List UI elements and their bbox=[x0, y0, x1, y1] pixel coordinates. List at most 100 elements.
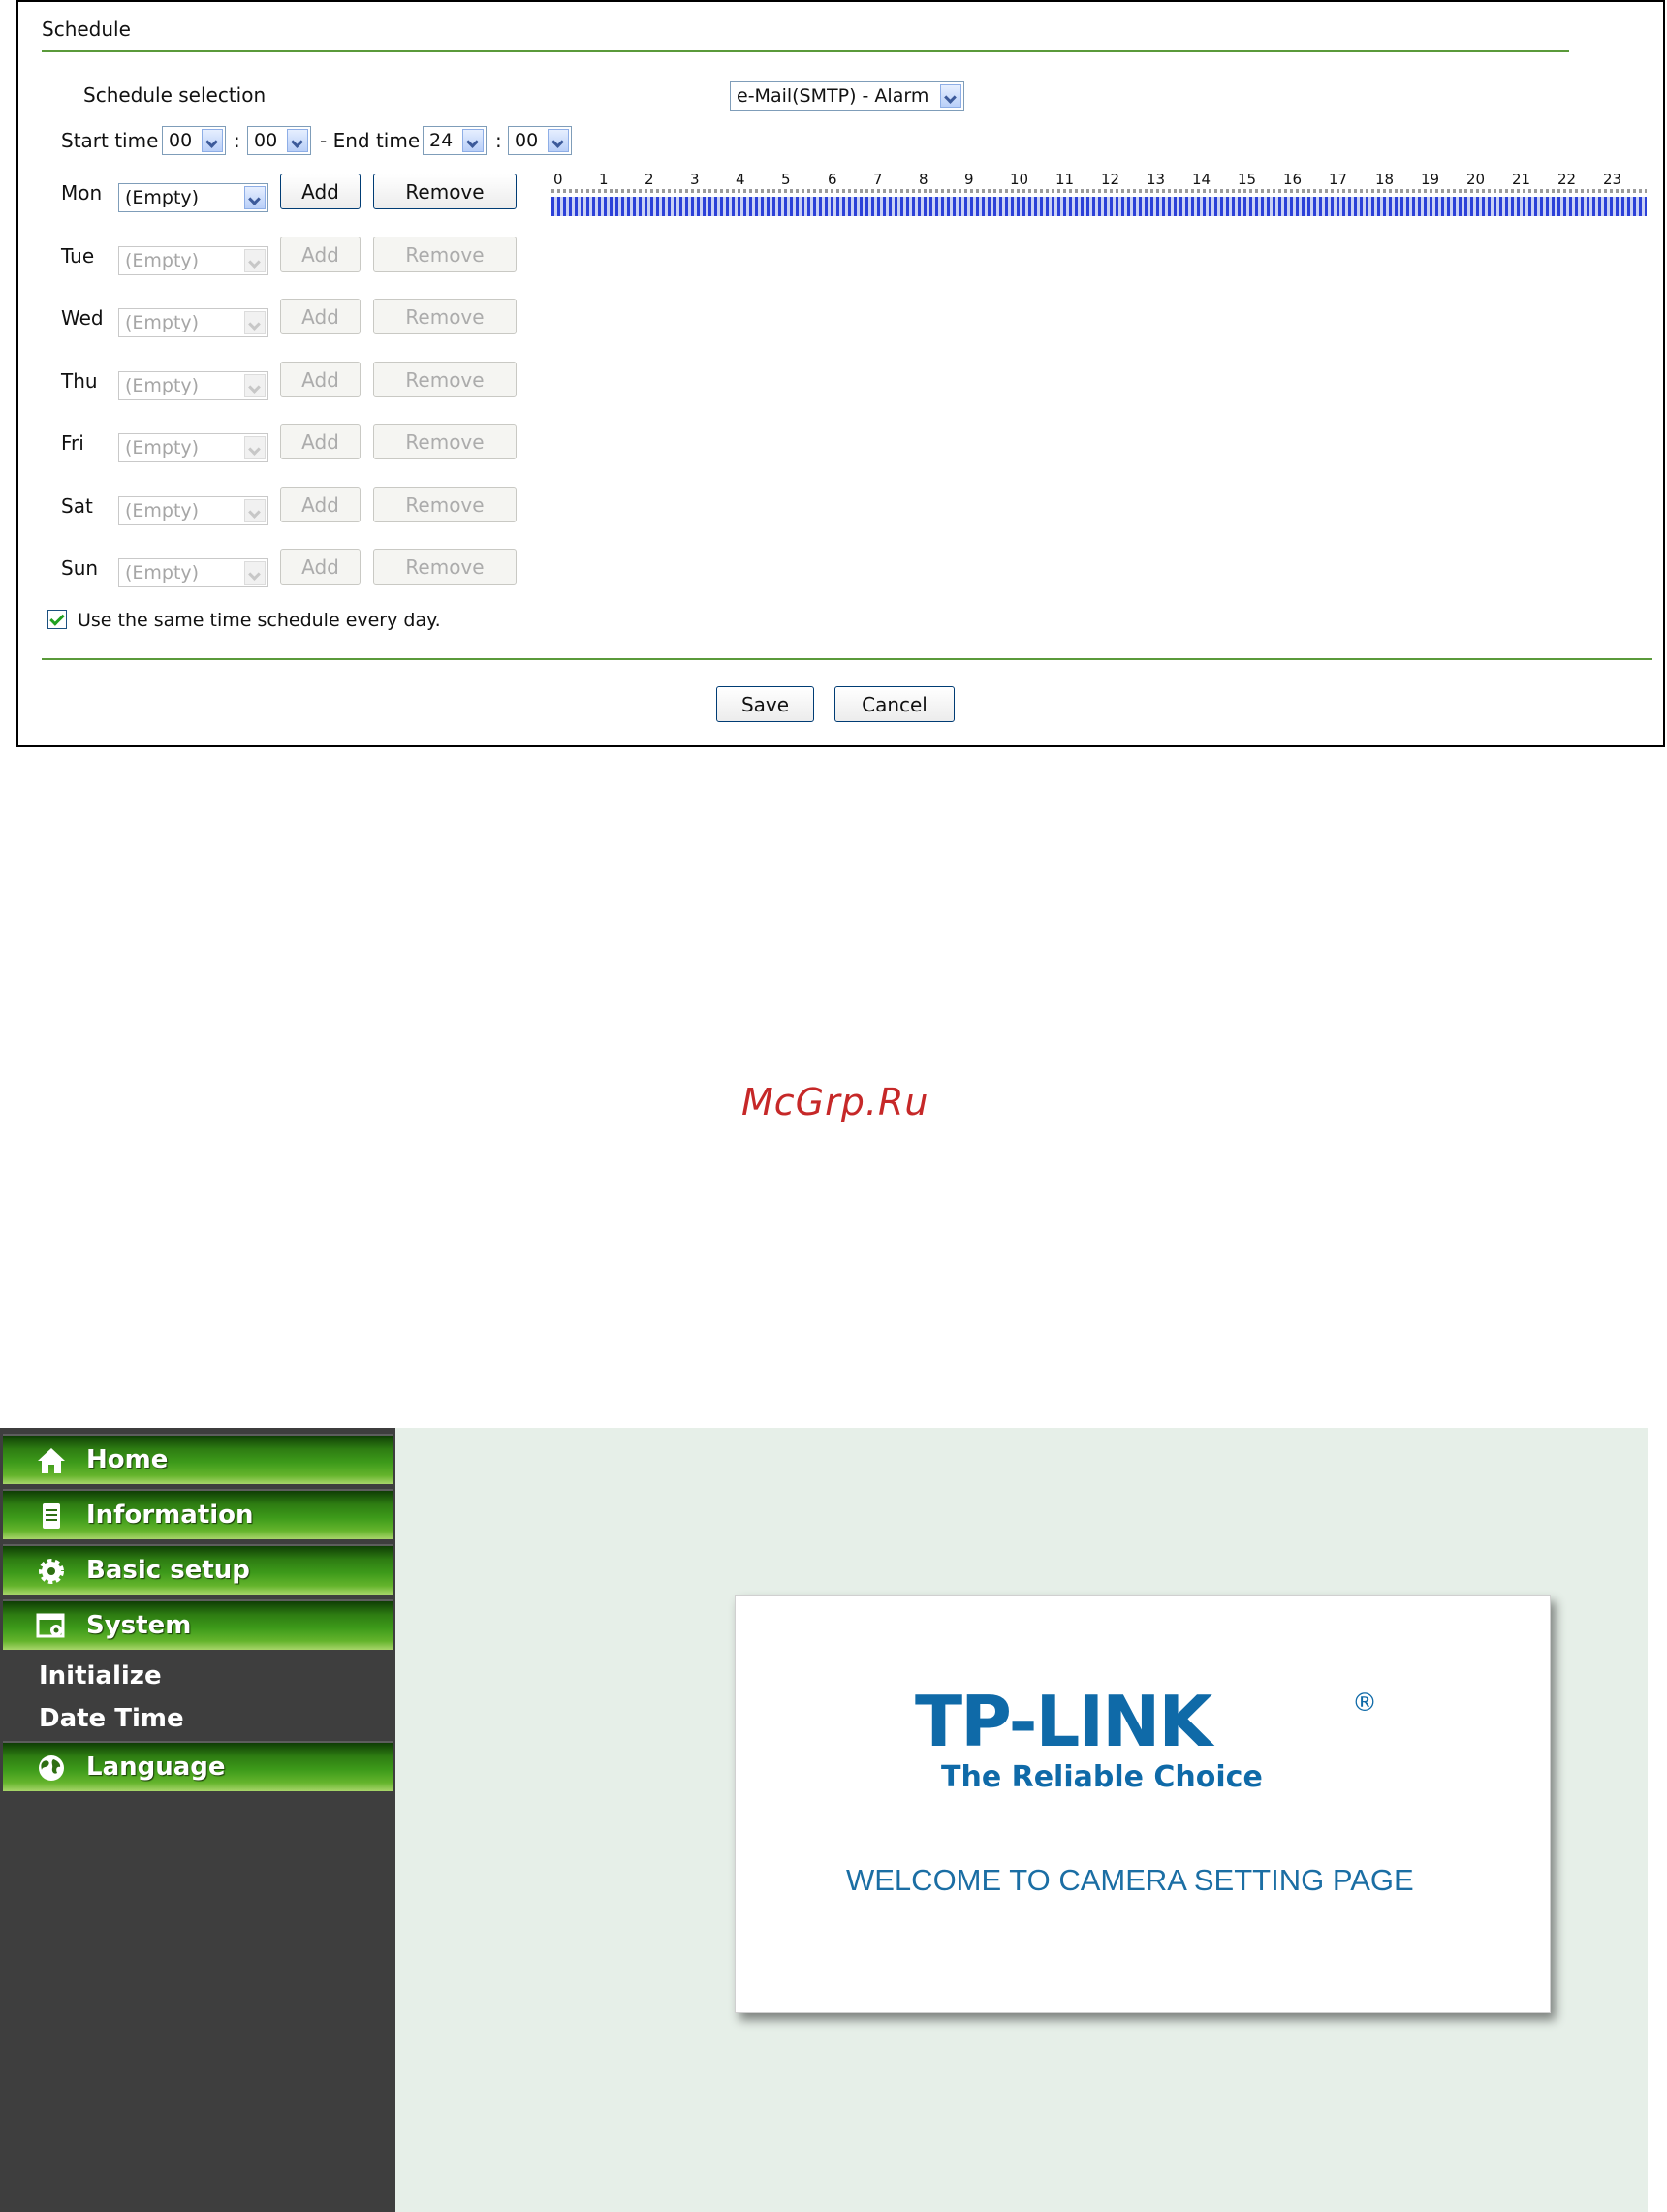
day-select-value: (Empty) bbox=[125, 437, 200, 458]
day-select-value: (Empty) bbox=[125, 375, 200, 396]
start-minute-select[interactable]: 00 bbox=[247, 126, 311, 155]
chevron-down-icon bbox=[244, 186, 266, 209]
chevron-down-icon bbox=[244, 374, 266, 397]
start-hour-value: 00 bbox=[169, 130, 193, 151]
add-button-sun[interactable]: Add bbox=[280, 549, 361, 585]
schedule-selection-value: e-Mail(SMTP) - Alarm bbox=[737, 85, 929, 107]
chevron-down-icon bbox=[940, 84, 961, 108]
system-window-icon bbox=[36, 1613, 65, 1638]
schedule-selection-select[interactable]: e-Mail(SMTP) - Alarm bbox=[730, 81, 964, 111]
cancel-button[interactable]: Cancel bbox=[834, 686, 955, 722]
hour-tick-label: 19 bbox=[1421, 171, 1440, 188]
home-icon bbox=[38, 1448, 65, 1473]
chevron-down-icon bbox=[244, 249, 266, 272]
nav-home[interactable]: Home bbox=[3, 1434, 393, 1484]
chevron-down-icon bbox=[202, 129, 223, 152]
remove-button-sat[interactable]: Remove bbox=[373, 487, 517, 522]
gear-icon bbox=[39, 1559, 64, 1584]
hour-tick-label: 14 bbox=[1192, 171, 1211, 188]
title-divider bbox=[42, 50, 1569, 52]
day-label-fri: Fri bbox=[61, 431, 84, 455]
schedule-panel: Schedule Schedule selection e-Mail(SMTP)… bbox=[16, 0, 1665, 747]
nav-subitem-date-time[interactable]: Date Time bbox=[39, 1704, 184, 1733]
day-select-value: (Empty) bbox=[125, 562, 200, 584]
nav-label: Basic setup bbox=[86, 1556, 250, 1585]
day-select-sat[interactable]: (Empty) bbox=[118, 496, 268, 525]
day-select-tue[interactable]: (Empty) bbox=[118, 246, 268, 275]
end-hour-select[interactable]: 24 bbox=[423, 126, 487, 155]
start-minute-value: 00 bbox=[254, 130, 278, 151]
document-icon bbox=[43, 1503, 60, 1529]
add-button-sat[interactable]: Add bbox=[280, 487, 361, 522]
day-select-value: (Empty) bbox=[125, 250, 200, 271]
add-button-tue[interactable]: Add bbox=[280, 237, 361, 272]
day-label-wed: Wed bbox=[61, 306, 104, 330]
globe-icon bbox=[39, 1755, 64, 1781]
add-button-thu[interactable]: Add bbox=[280, 362, 361, 397]
hour-tick-label: 5 bbox=[781, 171, 791, 188]
panel-title: Schedule bbox=[42, 17, 131, 41]
chevron-down-icon bbox=[287, 129, 308, 152]
hour-tick-label: 22 bbox=[1557, 171, 1577, 188]
footer-divider bbox=[42, 658, 1652, 660]
nav-information[interactable]: Information bbox=[3, 1489, 393, 1539]
schedule-selection-label: Schedule selection bbox=[83, 83, 267, 107]
nav-language[interactable]: Language bbox=[3, 1741, 393, 1791]
hour-tick-label: 4 bbox=[736, 171, 745, 188]
hour-tick-label: 11 bbox=[1055, 171, 1075, 188]
remove-button-tue[interactable]: Remove bbox=[373, 237, 517, 272]
hour-tick-label: 7 bbox=[873, 171, 883, 188]
time-colon: : bbox=[495, 129, 502, 152]
time-colon: : bbox=[234, 129, 240, 152]
day-select-thu[interactable]: (Empty) bbox=[118, 371, 268, 400]
timeline-bars[interactable] bbox=[551, 197, 1647, 216]
add-button-mon[interactable]: Add bbox=[280, 174, 361, 209]
hour-tick-label: 16 bbox=[1283, 171, 1303, 188]
day-select-sun[interactable]: (Empty) bbox=[118, 558, 268, 587]
watermark: McGrp.Ru bbox=[741, 1081, 929, 1123]
hour-tick-label: 20 bbox=[1466, 171, 1486, 188]
tagline: The Reliable Choice bbox=[941, 1760, 1263, 1794]
save-button[interactable]: Save bbox=[716, 686, 814, 722]
add-button-wed[interactable]: Add bbox=[280, 299, 361, 334]
end-hour-value: 24 bbox=[429, 130, 454, 151]
hour-tick-label: 13 bbox=[1147, 171, 1166, 188]
hour-tick-label: 17 bbox=[1329, 171, 1348, 188]
chevron-down-icon bbox=[244, 436, 266, 459]
nav-label: Language bbox=[86, 1753, 226, 1782]
hour-tick-label: 3 bbox=[690, 171, 700, 188]
day-select-value: (Empty) bbox=[125, 187, 200, 208]
day-select-wed[interactable]: (Empty) bbox=[118, 308, 268, 337]
day-select-fri[interactable]: (Empty) bbox=[118, 433, 268, 462]
same-schedule-checkbox[interactable] bbox=[47, 610, 67, 629]
timeline-minute-dots bbox=[551, 189, 1647, 193]
hour-tick-label: 10 bbox=[1010, 171, 1029, 188]
nav-subitem-initialize[interactable]: Initialize bbox=[39, 1661, 162, 1691]
hour-tick-label: 15 bbox=[1238, 171, 1257, 188]
remove-button-thu[interactable]: Remove bbox=[373, 362, 517, 397]
day-select-value: (Empty) bbox=[125, 312, 200, 333]
nav-label: System bbox=[86, 1611, 192, 1640]
nav-system[interactable]: System bbox=[3, 1599, 393, 1650]
add-button-fri[interactable]: Add bbox=[280, 424, 361, 459]
nav-basic-setup[interactable]: Basic setup bbox=[3, 1544, 393, 1595]
nav-label: Home bbox=[86, 1445, 169, 1474]
day-select-mon[interactable]: (Empty) bbox=[118, 183, 268, 212]
day-label-sun: Sun bbox=[61, 556, 99, 580]
remove-button-mon[interactable]: Remove bbox=[373, 174, 517, 209]
hour-tick-label: 23 bbox=[1603, 171, 1622, 188]
day-label-sat: Sat bbox=[61, 494, 93, 518]
end-minute-select[interactable]: 00 bbox=[508, 126, 572, 155]
tp-link-logo: TP-LINK bbox=[915, 1681, 1212, 1762]
hour-tick-label: 18 bbox=[1375, 171, 1395, 188]
hour-tick-label: 9 bbox=[964, 171, 974, 188]
remove-button-sun[interactable]: Remove bbox=[373, 549, 517, 585]
start-hour-select[interactable]: 00 bbox=[162, 126, 226, 155]
chevron-down-icon bbox=[244, 499, 266, 522]
day-select-value: (Empty) bbox=[125, 500, 200, 521]
remove-button-wed[interactable]: Remove bbox=[373, 299, 517, 334]
remove-button-fri[interactable]: Remove bbox=[373, 424, 517, 459]
welcome-card: TP-LINK ® The Reliable Choice WELCOME TO… bbox=[735, 1595, 1551, 2013]
same-schedule-label: Use the same time schedule every day. bbox=[78, 610, 441, 631]
hour-tick-label: 21 bbox=[1512, 171, 1531, 188]
